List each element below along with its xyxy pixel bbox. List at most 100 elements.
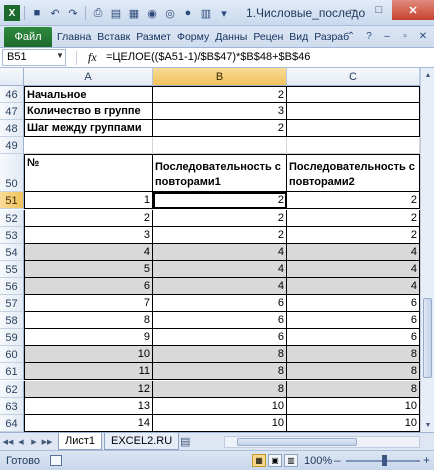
- tab-insert[interactable]: Вставк: [94, 27, 133, 47]
- table-cell[interactable]: 1: [24, 192, 153, 210]
- select-all-corner[interactable]: [0, 68, 24, 86]
- close-button[interactable]: ✕: [392, 0, 434, 20]
- param-cell[interactable]: Шаг между группами: [24, 120, 153, 138]
- row-header[interactable]: 48: [0, 120, 24, 138]
- scroll-down-icon[interactable]: ▼: [421, 418, 434, 432]
- vertical-scroll-thumb[interactable]: [423, 298, 432, 378]
- row-header[interactable]: 52: [0, 209, 24, 227]
- formula-input[interactable]: =ЦЕЛОЕ(($A51-1)/$B$47)*$B$48+$B$46: [106, 51, 310, 63]
- row-header[interactable]: 60: [0, 346, 24, 364]
- row-header[interactable]: 63: [0, 397, 24, 415]
- insert-function-button[interactable]: fx: [88, 50, 97, 65]
- table-cell[interactable]: 8: [287, 346, 420, 364]
- circle-icon[interactable]: ◎: [162, 5, 178, 21]
- table-cell[interactable]: 10: [24, 346, 153, 364]
- prev-sheet-icon[interactable]: ◀: [15, 435, 27, 448]
- table-cell[interactable]: 6: [287, 329, 420, 347]
- table-cell[interactable]: 6: [153, 295, 287, 313]
- table-header-cell[interactable]: №: [24, 154, 153, 193]
- normal-view-icon[interactable]: ▦: [252, 454, 266, 467]
- table-cell[interactable]: 10: [153, 414, 287, 432]
- table-cell[interactable]: 6: [153, 329, 287, 347]
- table-cell[interactable]: 2: [287, 192, 420, 210]
- sheet-tab-list1[interactable]: Лист1: [58, 433, 103, 450]
- zoom-slider-thumb[interactable]: [382, 455, 387, 466]
- table-cell[interactable]: 4: [153, 277, 287, 295]
- table-cell[interactable]: 11: [24, 363, 153, 381]
- table-cell[interactable]: 4: [153, 243, 287, 261]
- table-cell[interactable]: 10: [287, 397, 420, 415]
- param-cell[interactable]: [287, 137, 420, 155]
- row-header[interactable]: 58: [0, 312, 24, 330]
- row-header[interactable]: 59: [0, 329, 24, 347]
- table-cell[interactable]: 6: [287, 312, 420, 330]
- param-cell[interactable]: [153, 137, 287, 155]
- table-cell[interactable]: 6: [287, 295, 420, 313]
- table-cell[interactable]: 8: [24, 312, 153, 330]
- minimize-button[interactable]: –: [340, 0, 366, 20]
- zoom-in-button[interactable]: +: [423, 453, 430, 467]
- row-header[interactable]: 53: [0, 226, 24, 244]
- row-header[interactable]: 54: [0, 243, 24, 261]
- horizontal-scrollbar[interactable]: [224, 436, 420, 448]
- row-header[interactable]: 49: [0, 137, 24, 155]
- table-cell[interactable]: 9: [24, 329, 153, 347]
- tab-formulas[interactable]: Форму: [174, 27, 212, 47]
- tab-page-layout[interactable]: Размет: [133, 27, 174, 47]
- row-header[interactable]: 56: [0, 277, 24, 295]
- file-tab[interactable]: Файл: [4, 27, 52, 47]
- vertical-scrollbar[interactable]: ▲ ▼: [420, 68, 434, 432]
- first-sheet-icon[interactable]: ◀◀: [2, 435, 14, 448]
- chart-icon[interactable]: ▥: [198, 5, 214, 21]
- table-cell[interactable]: 7: [24, 295, 153, 313]
- table-cell[interactable]: 4: [287, 277, 420, 295]
- row-header[interactable]: 64: [0, 414, 24, 432]
- table-cell[interactable]: 14: [24, 414, 153, 432]
- row-header[interactable]: 62: [0, 380, 24, 398]
- table-header-cell[interactable]: Последовательность с повторами2: [287, 154, 420, 193]
- table-cell[interactable]: 10: [287, 414, 420, 432]
- row-header[interactable]: 55: [0, 260, 24, 278]
- chevron-down-icon[interactable]: ▼: [56, 51, 64, 60]
- table-cell[interactable]: 13: [24, 397, 153, 415]
- record-icon[interactable]: ●: [180, 5, 196, 21]
- tab-review[interactable]: Рецен: [250, 27, 286, 47]
- tab-data[interactable]: Данны: [212, 27, 250, 47]
- scroll-up-icon[interactable]: ▲: [421, 68, 434, 82]
- table-header-cell[interactable]: Последовательность с повторами1: [153, 154, 287, 193]
- table-cell[interactable]: 8: [153, 380, 287, 398]
- table-cell[interactable]: 12: [24, 380, 153, 398]
- doc-restore-icon[interactable]: ▫: [398, 29, 412, 43]
- undo-icon[interactable]: ↶: [47, 5, 63, 21]
- param-cell[interactable]: [287, 103, 420, 121]
- row-header[interactable]: 61: [0, 363, 24, 381]
- param-cell[interactable]: [24, 137, 153, 155]
- next-sheet-icon[interactable]: ▶: [28, 435, 40, 448]
- table-cell[interactable]: 2: [287, 209, 420, 227]
- row-header[interactable]: 51: [0, 192, 24, 210]
- param-cell[interactable]: [287, 120, 420, 138]
- doc-minimize-icon[interactable]: –: [380, 29, 394, 43]
- new-sheet-icon[interactable]: ▤: [180, 435, 190, 448]
- table-cell[interactable]: 2: [153, 226, 287, 244]
- last-sheet-icon[interactable]: ▶▶: [41, 435, 53, 448]
- param-cell[interactable]: [287, 86, 420, 104]
- help-icon[interactable]: ?: [362, 29, 376, 43]
- tab-view[interactable]: Вид: [286, 27, 311, 47]
- param-cell[interactable]: Начальное: [24, 86, 153, 104]
- table-cell[interactable]: 4: [287, 243, 420, 261]
- excel-logo-icon[interactable]: X: [4, 5, 20, 21]
- zoom-out-button[interactable]: –: [334, 453, 341, 467]
- sheet-tab-excel2[interactable]: EXCEL2.RU: [104, 433, 180, 450]
- row-header[interactable]: 47: [0, 103, 24, 121]
- column-header-b[interactable]: B: [153, 68, 287, 86]
- table-cell[interactable]: 2: [153, 192, 287, 210]
- param-cell[interactable]: 2: [153, 120, 287, 138]
- table-cell[interactable]: 3: [24, 226, 153, 244]
- table-cell[interactable]: 4: [287, 260, 420, 278]
- param-cell[interactable]: 3: [153, 103, 287, 121]
- column-header-c[interactable]: C: [287, 68, 420, 86]
- tab-home[interactable]: Главна: [54, 27, 94, 47]
- table-cell[interactable]: 8: [287, 380, 420, 398]
- redo-icon[interactable]: ↷: [65, 5, 81, 21]
